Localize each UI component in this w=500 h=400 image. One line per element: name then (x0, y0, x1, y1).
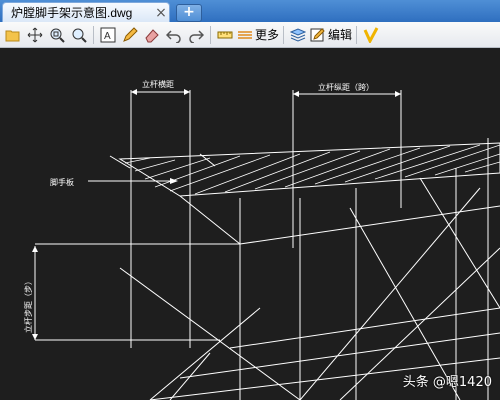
zoom-window-icon (50, 28, 65, 43)
toolbar-separator (93, 25, 94, 44)
more-button[interactable]: 更多 (237, 24, 279, 46)
open-folder-button[interactable] (3, 24, 23, 46)
vip-button[interactable] (361, 24, 381, 46)
text-button[interactable]: A (98, 24, 118, 46)
svg-text:A: A (104, 31, 111, 42)
scaffold-lines (34, 90, 500, 400)
redo-button[interactable] (186, 24, 206, 46)
dimension-arrows (32, 89, 401, 340)
label-step: 立杆步距（步） (23, 277, 33, 333)
vip-icon (363, 26, 379, 43)
toolbar-separator (210, 25, 211, 44)
zoom-window-button[interactable] (47, 24, 67, 46)
edit-icon (310, 27, 325, 41)
pencil-icon (123, 26, 138, 42)
text-icon: A (100, 27, 116, 42)
eraser-button[interactable] (142, 24, 162, 46)
watermark: 头条 @嗯1420 (402, 375, 492, 390)
undo-icon (166, 29, 181, 43)
eraser-icon (145, 28, 159, 42)
layers-button[interactable] (288, 24, 308, 46)
redo-icon (189, 29, 204, 43)
toolbar: A 更多 编辑 (0, 22, 500, 48)
toolbar-separator (356, 25, 358, 44)
undo-button[interactable] (164, 24, 184, 46)
label-board: 脚手板 (50, 177, 74, 187)
edit-label: 编辑 (328, 28, 353, 42)
close-icon[interactable]: × (153, 5, 169, 21)
pencil-button[interactable] (120, 24, 140, 46)
more-arrows-icon (238, 30, 252, 39)
toolbar-separator (283, 25, 285, 44)
measure-button[interactable] (215, 24, 235, 46)
tab-document[interactable]: 炉膛脚手架示意图.dwg × (2, 2, 170, 22)
layers-icon (290, 27, 307, 42)
ruler-icon (217, 31, 233, 38)
label-transverse: 立杆横距 (142, 79, 174, 89)
drawing-canvas[interactable]: 立杆横距 立杆纵距（跨） 脚手板 立杆步距（步） 头条 @嗯1420 (0, 48, 500, 400)
cad-drawing: 立杆横距 立杆纵距（跨） 脚手板 立杆步距（步） (23, 79, 500, 400)
tab-title: 炉膛脚手架示意图.dwg (11, 6, 133, 20)
label-longitudinal: 立杆纵距（跨） (318, 82, 374, 92)
zoom-button[interactable] (69, 24, 89, 46)
tab-bar: 炉膛脚手架示意图.dwg × + (0, 0, 500, 22)
edit-button[interactable]: 编辑 (310, 24, 352, 46)
move-icon (27, 27, 43, 42)
more-label: 更多 (255, 28, 280, 42)
new-tab-button[interactable]: + (176, 4, 202, 22)
folder-icon (5, 30, 20, 41)
zoom-icon (72, 28, 87, 43)
pan-button[interactable] (25, 24, 45, 46)
